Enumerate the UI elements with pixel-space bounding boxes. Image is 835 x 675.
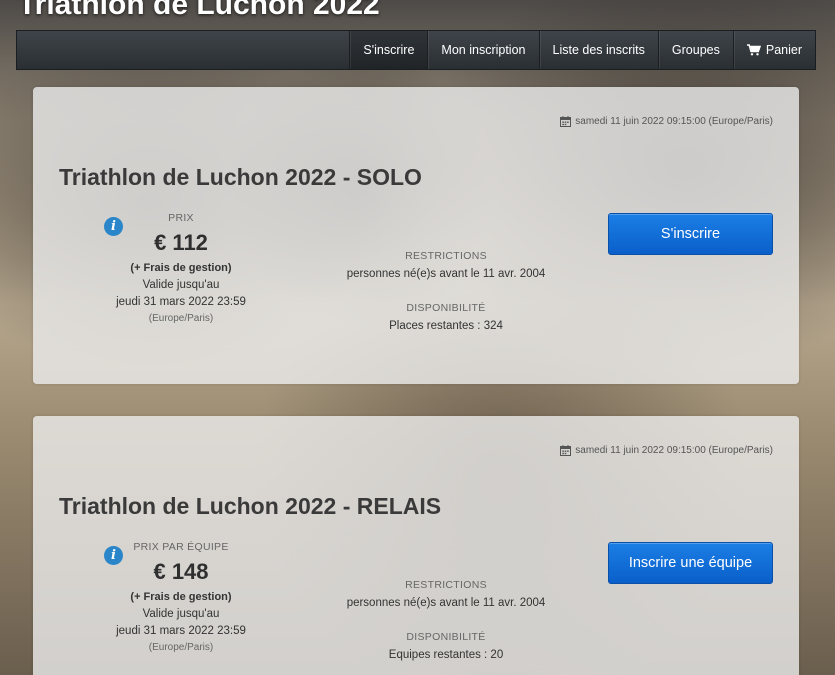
- price-valid-date: jeudi 31 mars 2022 23:59: [116, 625, 246, 637]
- nav-liste-des-inscrits[interactable]: Liste des inscrits: [538, 31, 658, 69]
- event-date-text: samedi 11 juin 2022 09:15:00 (Europe/Par…: [575, 116, 773, 127]
- event-date: samedi 11 juin 2022 09:15:00 (Europe/Par…: [560, 445, 773, 456]
- price-label: PRIX: [168, 212, 194, 224]
- register-team-button[interactable]: Inscrire une équipe: [608, 542, 773, 584]
- cart-icon: [746, 44, 761, 56]
- availability-label: DISPONIBILITÉ: [406, 631, 486, 643]
- event-title: Triathlon de Luchon 2022 - SOLO: [59, 164, 422, 190]
- page-title: Triathlon de Luchon 2022: [18, 0, 380, 21]
- restrictions-block: RESTRICTIONS personnes né(e)s avant le 1…: [333, 250, 559, 332]
- event-date-text: samedi 11 juin 2022 09:15:00 (Europe/Par…: [575, 445, 773, 456]
- availability-label: DISPONIBILITÉ: [406, 302, 486, 314]
- nav-label: S'inscrire: [363, 43, 415, 57]
- availability-value: Places restantes : 324: [389, 320, 503, 332]
- nav-panier[interactable]: Panier: [732, 31, 815, 69]
- availability-value: Equipes restantes : 20: [388, 649, 504, 661]
- restrictions-value: personnes né(e)s avant le 11 avr. 2004: [346, 597, 546, 609]
- event-title: Triathlon de Luchon 2022 - RELAIS: [59, 493, 442, 519]
- nav-label: Groupes: [671, 43, 720, 57]
- calendar-icon: [560, 116, 572, 127]
- restrictions-block: RESTRICTIONS personnes né(e)s avant le 1…: [333, 579, 559, 661]
- price-label: PRIX PAR ÉQUIPE: [133, 541, 229, 553]
- price-block: PRIX € 112 (+ Frais de gestion) Valide j…: [93, 212, 269, 324]
- price-valid-date: jeudi 31 mars 2022 23:59: [116, 296, 246, 308]
- event-card-solo: samedi 11 juin 2022 09:15:00 (Europe/Par…: [33, 87, 799, 384]
- event-card-relais: samedi 11 juin 2022 09:15:00 (Europe/Par…: [33, 416, 799, 675]
- price-fees: (+ Frais de gestion): [130, 591, 232, 603]
- restrictions-value: personnes né(e)s avant le 11 avr. 2004: [346, 268, 546, 280]
- restrictions-label: RESTRICTIONS: [405, 250, 487, 262]
- price-valid-line: Valide jusqu'au: [142, 279, 220, 291]
- nav-label: Mon inscription: [441, 43, 526, 57]
- register-button[interactable]: S'inscrire: [608, 213, 773, 255]
- nav-groupes[interactable]: Groupes: [657, 31, 733, 69]
- top-navbar: S'inscrire Mon inscription Liste des ins…: [16, 30, 816, 70]
- price-valid-line: Valide jusqu'au: [142, 608, 220, 620]
- nav-mon-inscription[interactable]: Mon inscription: [427, 31, 538, 69]
- nav-sinscrire[interactable]: S'inscrire: [349, 31, 428, 69]
- price-timezone: (Europe/Paris): [148, 642, 214, 653]
- nav-label: Liste des inscrits: [552, 43, 645, 57]
- restrictions-label: RESTRICTIONS: [405, 579, 487, 591]
- price-value: € 112: [154, 230, 208, 255]
- price-fees: (+ Frais de gestion): [130, 262, 232, 274]
- nav-label: Panier: [765, 43, 802, 57]
- price-value: € 148: [153, 559, 209, 584]
- price-block: PRIX PAR ÉQUIPE € 148 (+ Frais de gestio…: [93, 541, 269, 653]
- calendar-icon: [560, 445, 572, 456]
- price-timezone: (Europe/Paris): [148, 313, 214, 324]
- event-date: samedi 11 juin 2022 09:15:00 (Europe/Par…: [560, 116, 773, 127]
